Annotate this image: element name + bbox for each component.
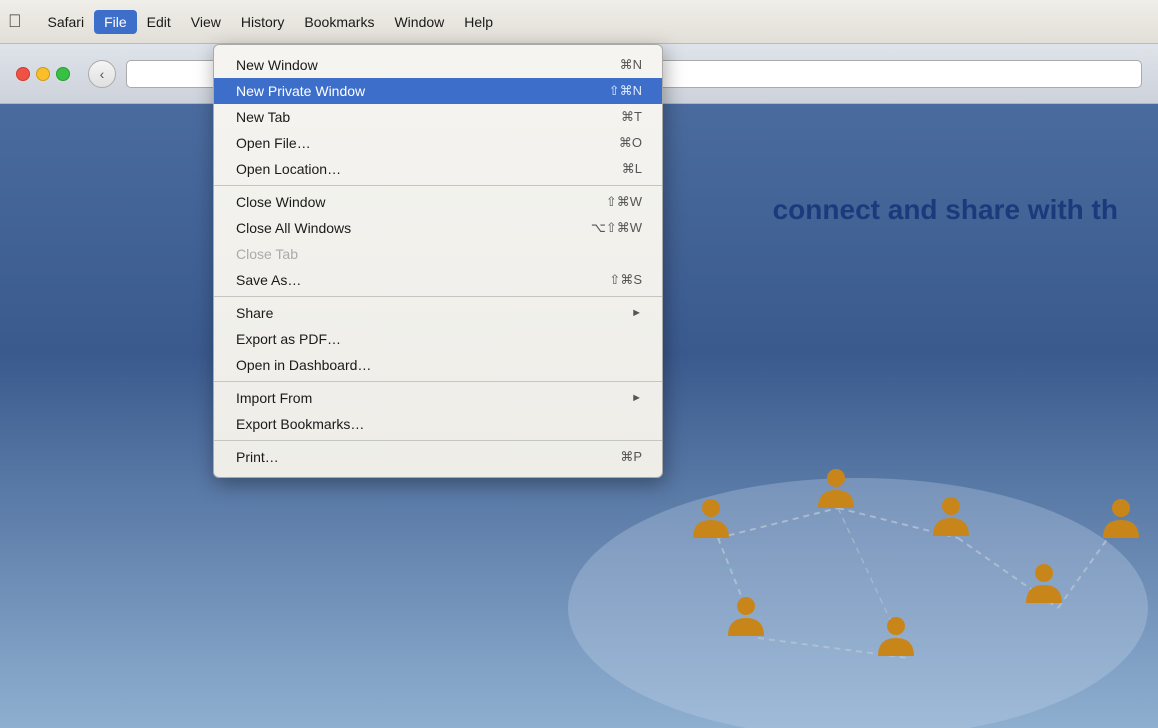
- person-icon: [1103, 499, 1139, 538]
- menu-share[interactable]: Share ►: [214, 300, 662, 326]
- traffic-lights: [16, 67, 70, 81]
- menu-section-2: Close Window ⇧⌘W Close All Windows ⌥⇧⌘W …: [214, 186, 662, 297]
- menu-section-5: Print… ⌘P: [214, 441, 662, 473]
- menu-history[interactable]: History: [231, 10, 295, 34]
- menu-file[interactable]: File: [94, 10, 137, 34]
- menu-view[interactable]: View: [181, 10, 231, 34]
- menu-safari[interactable]: Safari: [38, 10, 95, 34]
- menu-print[interactable]: Print… ⌘P: [214, 444, 662, 470]
- apple-menu[interactable]: : [8, 11, 22, 32]
- menu-section-1: New Window ⌘N New Private Window ⇧⌘N New…: [214, 49, 662, 186]
- menu-open-location[interactable]: Open Location… ⌘L: [214, 156, 662, 182]
- menu-new-private-window[interactable]: New Private Window ⇧⌘N: [214, 78, 662, 104]
- page-tagline: connect and share with th: [773, 194, 1118, 226]
- submenu-arrow-import: ►: [631, 392, 642, 404]
- minimize-button[interactable]: [36, 67, 50, 81]
- menu-edit[interactable]: Edit: [137, 10, 181, 34]
- menu-import-from[interactable]: Import From ►: [214, 385, 662, 411]
- menubar:  Safari File Edit View History Bookmark…: [0, 0, 1158, 44]
- file-dropdown-menu: New Window ⌘N New Private Window ⇧⌘N New…: [213, 44, 663, 478]
- menu-close-all-windows[interactable]: Close All Windows ⌥⇧⌘W: [214, 215, 662, 241]
- menu-section-3: Share ► Export as PDF… Open in Dashboard…: [214, 297, 662, 382]
- menu-open-file[interactable]: Open File… ⌘O: [214, 130, 662, 156]
- menu-close-window[interactable]: Close Window ⇧⌘W: [214, 189, 662, 215]
- menu-save-as[interactable]: Save As… ⇧⌘S: [214, 267, 662, 293]
- menu-new-window[interactable]: New Window ⌘N: [214, 52, 662, 78]
- menu-bookmarks[interactable]: Bookmarks: [294, 10, 384, 34]
- menu-window[interactable]: Window: [384, 10, 454, 34]
- submenu-arrow-share: ►: [631, 307, 642, 319]
- menu-close-tab: Close Tab: [214, 241, 662, 267]
- menu-open-dashboard[interactable]: Open in Dashboard…: [214, 352, 662, 378]
- menu-export-pdf[interactable]: Export as PDF…: [214, 326, 662, 352]
- menu-help[interactable]: Help: [454, 10, 503, 34]
- back-button[interactable]: ‹: [88, 60, 116, 88]
- fullscreen-button[interactable]: [56, 67, 70, 81]
- menu-new-tab[interactable]: New Tab ⌘T: [214, 104, 662, 130]
- menu-export-bookmarks[interactable]: Export Bookmarks…: [214, 411, 662, 437]
- dropdown-container: New Window ⌘N New Private Window ⇧⌘N New…: [213, 44, 663, 478]
- menu-section-4: Import From ► Export Bookmarks…: [214, 382, 662, 441]
- close-button[interactable]: [16, 67, 30, 81]
